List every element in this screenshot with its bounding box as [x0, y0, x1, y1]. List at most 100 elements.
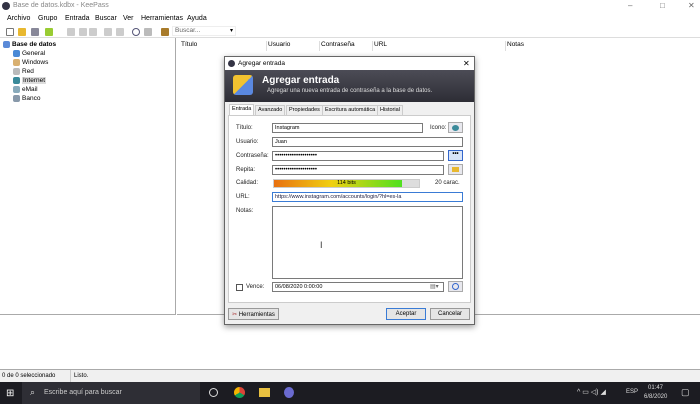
menu-bar: Archivo Grupo Entrada Buscar Ver Herrami…	[0, 12, 700, 25]
notifications-icon[interactable]: ▢	[681, 387, 690, 398]
tree-item-windows[interactable]: Windows	[13, 59, 49, 66]
menu-grupo[interactable]: Grupo	[38, 15, 57, 22]
tree-item-label: Windows	[22, 59, 49, 66]
language-indicator[interactable]: ESP	[626, 389, 638, 395]
quality-label: Calidad:	[236, 180, 259, 186]
expiry-presets-button[interactable]	[448, 281, 463, 292]
expires-date-input[interactable]: 06/08/2020 0:00:00	[272, 282, 444, 292]
taskbar-search-placeholder: Escribe aquí para buscar	[44, 389, 122, 396]
menu-entrada[interactable]: Entrada	[65, 15, 90, 22]
print-icon[interactable]	[116, 28, 124, 36]
clock-date[interactable]: 6/8/2020	[644, 394, 667, 400]
save-icon[interactable]	[31, 28, 39, 36]
tools-button[interactable]: ✂ Herramientas	[228, 308, 279, 320]
tree-item-label: eMail	[22, 86, 38, 93]
clock-time[interactable]: 01:47	[648, 385, 663, 391]
notes-label: Notas:	[236, 208, 254, 214]
entry-filter-icon[interactable]	[144, 28, 152, 36]
dialog-close-button[interactable]: ✕	[463, 59, 470, 68]
repeat-password-input[interactable]: ••••••••••••••••••••	[272, 165, 444, 175]
tab-avanzado[interactable]: Avanzado	[255, 105, 286, 115]
tree-root[interactable]: Base de datos	[3, 41, 57, 48]
ok-button[interactable]: Aceptar	[386, 308, 426, 320]
column-header-titulo[interactable]: Título	[181, 41, 267, 51]
menu-buscar[interactable]: Buscar	[95, 15, 117, 22]
taskbar-search[interactable]: ⌕ Escribe aquí para buscar	[22, 382, 200, 404]
key-pen-icon	[233, 75, 253, 95]
maximize-button[interactable]: □	[660, 1, 665, 10]
windows-start-icon[interactable]: ⊞	[6, 388, 14, 399]
dialog-banner: Agregar entrada Agregar una nueva entrad…	[225, 70, 474, 102]
tree-item-internet[interactable]: Internet	[13, 77, 47, 84]
column-header-usuario[interactable]: Usuario	[268, 41, 320, 51]
copy-entry-icon[interactable]	[104, 28, 112, 36]
tree-item-label: Banco	[22, 95, 41, 102]
password-generator-button[interactable]	[448, 164, 463, 175]
dialog-title: Agregar entrada	[238, 60, 285, 67]
menu-ver[interactable]: Ver	[123, 15, 134, 22]
entry-tab-panel: Título: Instagram Icono: Usuario: Juan C…	[228, 115, 471, 303]
search-dropdown-icon[interactable]: ▾	[230, 27, 233, 34]
char-count: 20 carac.	[435, 180, 460, 186]
tree-item-general[interactable]: General	[13, 50, 45, 57]
keepass-taskbar-icon[interactable]	[284, 387, 294, 398]
notes-textarea[interactable]	[272, 206, 463, 279]
find-icon[interactable]	[132, 28, 140, 36]
group-tree: Base de datos General Windows Red Intern…	[0, 38, 176, 315]
column-header-notas[interactable]: Notas	[507, 41, 607, 51]
copy-password-icon[interactable]	[79, 28, 87, 36]
menu-ayuda[interactable]: Ayuda	[187, 15, 207, 22]
menu-archivo[interactable]: Archivo	[7, 15, 30, 22]
tree-item-banco[interactable]: Banco	[13, 95, 41, 102]
windows-icon	[13, 59, 20, 66]
file-explorer-icon[interactable]	[259, 388, 270, 397]
text-cursor-icon: I	[320, 240, 323, 250]
close-button[interactable]: ✕	[688, 1, 695, 10]
calendar-dropdown-icon[interactable]: ▤▾	[430, 283, 439, 290]
column-header-url[interactable]: URL	[374, 41, 506, 51]
tab-entrada[interactable]: Entrada	[229, 104, 255, 115]
tree-item-red[interactable]: Red	[13, 68, 34, 75]
selection-status: 0 de 0 seleccionado	[2, 373, 56, 379]
cancel-button[interactable]: Cancelar	[430, 308, 470, 320]
add-entry-icon[interactable]	[45, 28, 53, 36]
network-icon	[13, 68, 20, 75]
internet-icon	[452, 125, 459, 131]
open-url-icon[interactable]	[89, 28, 97, 36]
banner-title: Agregar entrada	[262, 75, 340, 86]
show-password-button[interactable]: •••	[448, 150, 463, 161]
banner-subtitle: Agregar una nueva entrada de contraseña …	[267, 88, 433, 94]
tray-icons[interactable]: ^ ▭ ◁) ◢	[577, 388, 606, 396]
column-header-contrasena[interactable]: Contraseña	[321, 41, 373, 51]
bank-icon	[13, 95, 20, 102]
cortana-icon[interactable]	[209, 388, 218, 397]
status-bar: 0 de 0 seleccionado Listo.	[0, 370, 700, 382]
minimize-button[interactable]: –	[628, 1, 632, 10]
icon-picker-button[interactable]	[448, 122, 463, 133]
password-input[interactable]: ••••••••••••••••••••	[272, 151, 444, 161]
user-input[interactable]: Juan	[272, 137, 463, 147]
tools-button-label: Herramientas	[238, 312, 275, 318]
tab-propiedades[interactable]: Propiedades	[286, 105, 323, 115]
menu-herramientas[interactable]: Herramientas	[141, 15, 183, 22]
lock-icon[interactable]	[161, 28, 169, 36]
quality-bits: 114 bits	[337, 180, 356, 186]
url-input[interactable]: https://www.instagram.com/accounts/login…	[272, 192, 463, 202]
copy-user-icon[interactable]	[67, 28, 75, 36]
chrome-icon[interactable]	[234, 387, 245, 398]
title-label: Título:	[236, 125, 253, 131]
tab-historial[interactable]: Historial	[377, 105, 403, 115]
folder-icon	[13, 50, 20, 57]
clock-icon	[452, 283, 459, 290]
expires-checkbox[interactable]	[236, 284, 243, 291]
quality-bar: 114 bits	[273, 179, 420, 188]
tree-root-label: Base de datos	[12, 41, 57, 48]
search-icon: ⌕	[30, 387, 36, 397]
title-input[interactable]: Instagram	[272, 123, 423, 133]
open-icon[interactable]	[18, 28, 26, 36]
tree-item-email[interactable]: eMail	[13, 86, 38, 93]
search-input[interactable]: Buscar...	[172, 26, 236, 36]
new-database-icon[interactable]	[6, 28, 14, 36]
folder-icon	[3, 41, 10, 48]
tab-escritura-automatica[interactable]: Escritura automática	[322, 105, 379, 115]
